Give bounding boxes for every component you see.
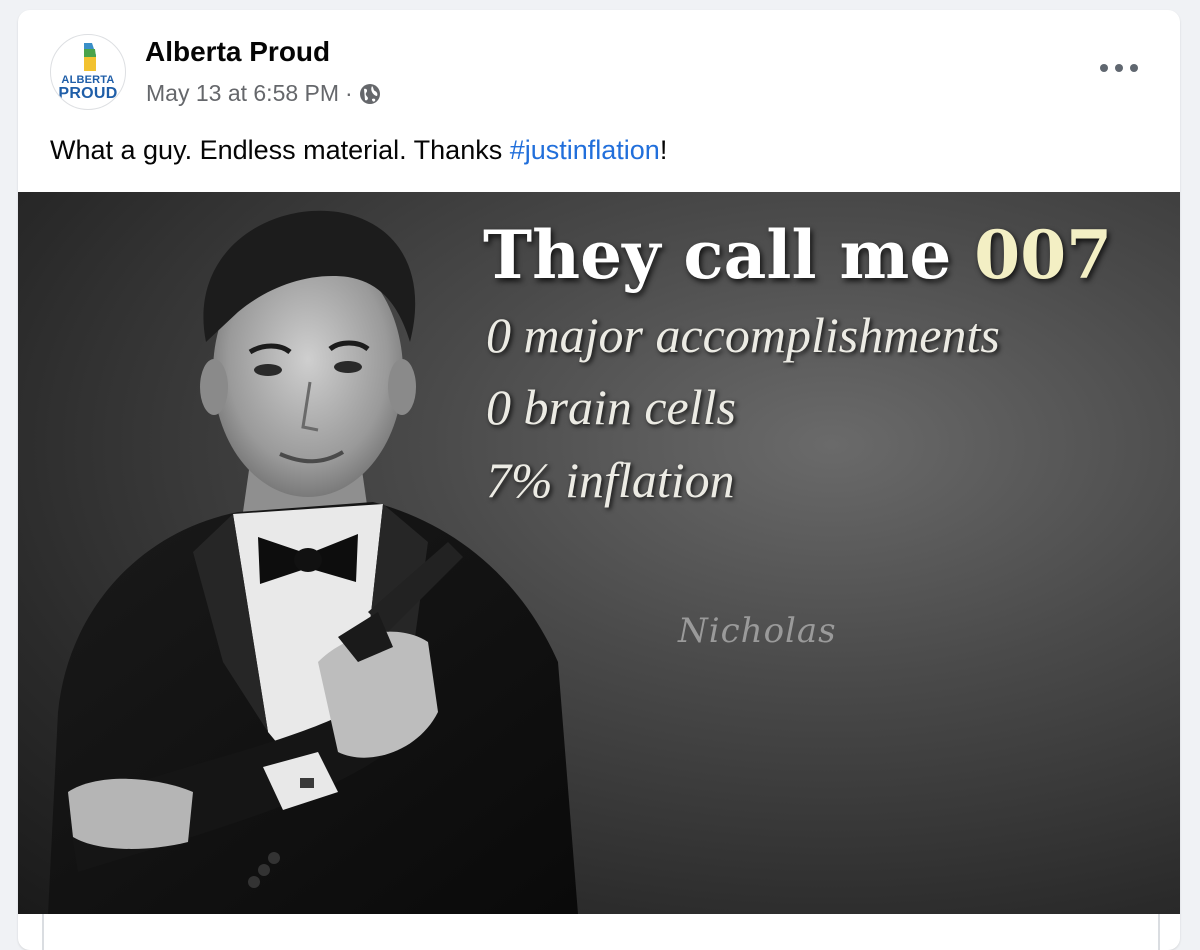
- meme-title-main: They call me: [483, 216, 975, 294]
- more-options-button[interactable]: [1100, 60, 1138, 76]
- artist-signature: Nicholas: [678, 611, 837, 651]
- post-footer-edge: [42, 914, 1160, 950]
- meme-caption-line: 0 major accomplishments: [486, 307, 1000, 363]
- meme-caption-line: 0 brain cells: [486, 379, 736, 435]
- post-timestamp[interactable]: May 13 at 6:58 PM: [146, 82, 339, 105]
- meta-separator: ·: [345, 80, 353, 106]
- meme-caption-line: 7% inflation: [486, 452, 735, 508]
- post-card: ALBERTA PROUD Alberta Proud May 13 at 6:…: [18, 10, 1180, 950]
- man-in-tuxedo-illustration: [48, 210, 578, 914]
- post-header: ALBERTA PROUD Alberta Proud May 13 at 6:…: [18, 10, 1180, 120]
- post-message: What a guy. Endless material. Thanks #ju…: [50, 134, 667, 166]
- post-photo[interactable]: They call me 007 0 major accomplishments…: [18, 192, 1180, 914]
- post-message-text: What a guy. Endless material. Thanks: [50, 135, 510, 165]
- meme-title: They call me 007: [483, 222, 1112, 288]
- globe-icon[interactable]: [359, 83, 381, 105]
- hashtag-link[interactable]: #justinflation: [510, 135, 660, 165]
- avatar-text-proud: PROUD: [58, 85, 118, 102]
- post-message-end: !: [659, 135, 668, 165]
- meme-title-accent: 007: [974, 216, 1113, 294]
- post-meta: May 13 at 6:58 PM ·: [146, 82, 381, 105]
- more-dot-icon: [1130, 64, 1138, 72]
- page-avatar[interactable]: ALBERTA PROUD: [50, 34, 126, 110]
- more-dot-icon: [1100, 64, 1108, 72]
- page-name-link[interactable]: Alberta Proud: [145, 38, 330, 66]
- more-dot-icon: [1115, 64, 1123, 72]
